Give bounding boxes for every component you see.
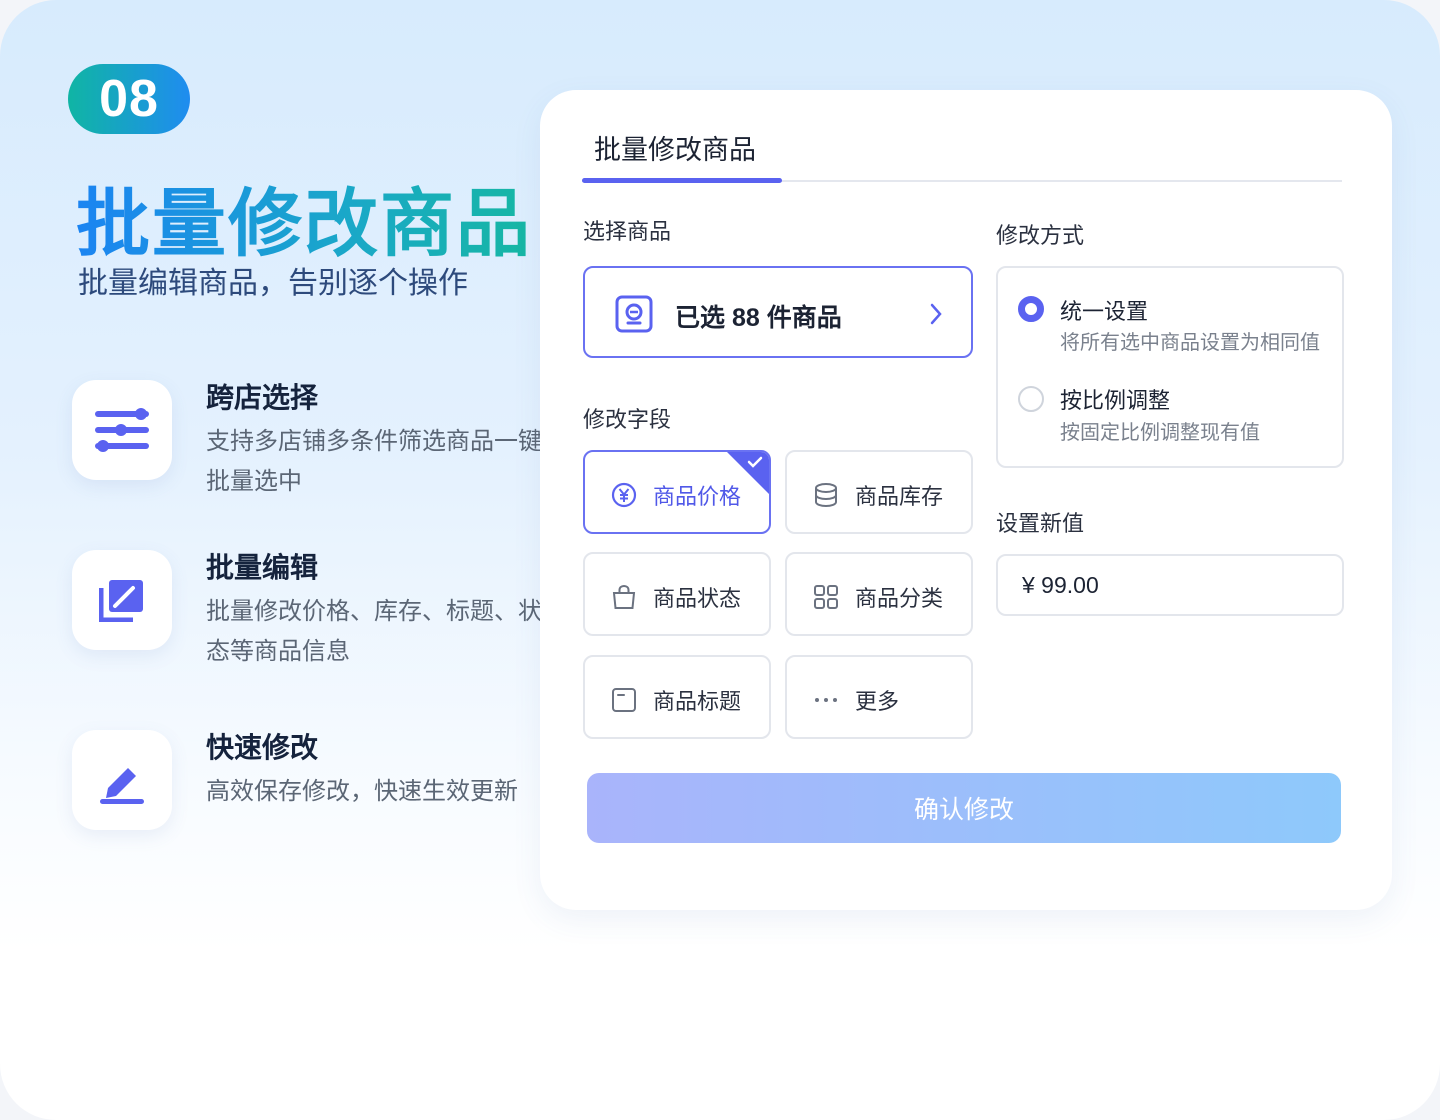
batch-edit-icon (72, 550, 172, 650)
field-stock[interactable]: 商品库存 (785, 450, 973, 534)
new-value-label: 设置新值 (996, 511, 1085, 536)
sliders-icon (72, 380, 172, 480)
feature-title: 批量编辑 (206, 552, 319, 583)
mode-title[interactable]: 统一设置 (1060, 294, 1148, 326)
step-badge: 08 (68, 64, 190, 134)
hero-title: 批量修改商品 (76, 164, 532, 271)
field-more[interactable]: 更多 (785, 655, 973, 739)
field-label: 商品库存 (855, 484, 944, 509)
hero-subtitle: 批量编辑商品，告别逐个操作 (78, 267, 468, 300)
mode-desc: 按固定比例调整现有值 (1060, 422, 1260, 444)
field-label: 更多 (855, 689, 900, 714)
shop-bag-icon (615, 295, 653, 333)
field-category[interactable]: 商品分类 (785, 552, 973, 636)
tab-batch-edit[interactable]: 批量修改商品 (594, 128, 756, 167)
new-value-input[interactable]: ¥ 99.00 (996, 554, 1344, 616)
feature-title: 快速修改 (206, 732, 319, 763)
database-icon (815, 483, 837, 508)
field-label: 商品状态 (653, 586, 742, 611)
select-goods-label: 选择商品 (583, 219, 672, 244)
radio-uniform[interactable] (1018, 296, 1044, 322)
yuan-icon (611, 482, 637, 508)
confirm-button[interactable]: 确认修改 (587, 773, 1341, 843)
chevron-right-icon (930, 303, 942, 325)
mode-options: 统一设置 将所有选中商品设置为相同值 按比例调整 按固定比例调整现有值 (996, 266, 1344, 468)
feature-desc: 支持多店铺多条件筛选商品一键批量选中 (206, 428, 542, 495)
tab-active-indicator (582, 178, 782, 183)
field-label: 商品标题 (653, 689, 742, 714)
field-title[interactable]: 商品标题 (583, 655, 771, 739)
feature-desc: 批量修改价格、库存、标题、状态等商品信息 (206, 598, 542, 665)
grid-icon (814, 585, 838, 609)
title-icon (612, 688, 636, 712)
feature-cross-store: 跨店选择 支持多店铺多条件筛选商品一键批量选中 (72, 380, 542, 500)
check-icon (747, 456, 763, 468)
selected-goods-button[interactable]: 已选 88 件商品 (583, 266, 973, 358)
feature-batch-edit: 批量编辑 批量修改价格、库存、标题、状态等商品信息 (72, 550, 542, 670)
bag-icon (612, 584, 636, 609)
more-icon (815, 698, 837, 702)
tab-bar: 批量修改商品 (582, 128, 1342, 183)
selected-count: 已选 88 件商品 (675, 304, 842, 332)
feature-title: 跨店选择 (206, 382, 319, 413)
field-status[interactable]: 商品状态 (583, 552, 771, 636)
mode-title[interactable]: 按比例调整 (1060, 383, 1170, 415)
page-frame: 08 批量修改商品 批量编辑商品，告别逐个操作 跨店选择 支持多店铺多条件筛选商… (0, 0, 1440, 1120)
feature-quick-edit: 快速修改 高效保存修改，快速生效更新 (72, 730, 542, 850)
radio-ratio[interactable] (1018, 386, 1044, 412)
fields-label: 修改字段 (583, 407, 672, 432)
batch-edit-panel: 批量修改商品 选择商品 已选 88 件商品 修改字段 商品价格 商品库存 商品状… (540, 90, 1392, 910)
mode-desc: 将所有选中商品设置为相同值 (1060, 332, 1320, 354)
feature-desc: 高效保存修改，快速生效更新 (206, 778, 518, 805)
field-label: 商品分类 (855, 586, 944, 611)
mode-label: 修改方式 (996, 223, 1085, 248)
pencil-icon (72, 730, 172, 830)
field-price[interactable]: 商品价格 (583, 450, 771, 534)
